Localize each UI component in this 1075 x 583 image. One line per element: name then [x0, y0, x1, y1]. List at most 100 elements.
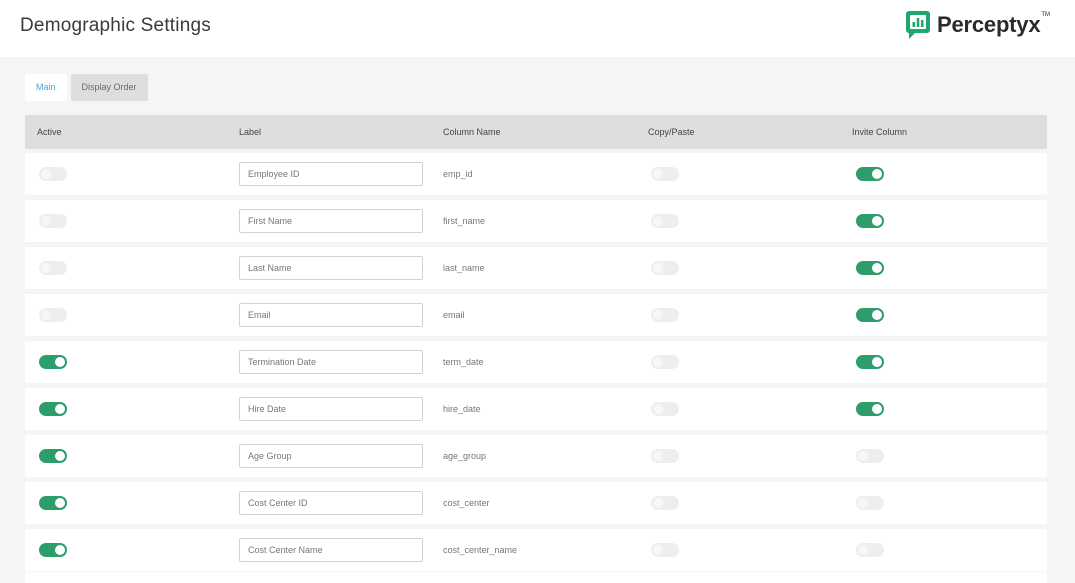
active-toggle[interactable]: [39, 449, 67, 463]
toggle-knob: [55, 451, 65, 461]
active-toggle[interactable]: [39, 308, 67, 322]
invite-column-cell: [856, 200, 884, 242]
toggle-knob: [858, 451, 868, 461]
invite-column-cell: [856, 529, 884, 571]
tab-display-order[interactable]: Display Order: [70, 74, 148, 101]
label-cell: [239, 482, 423, 524]
toggle-knob: [41, 216, 51, 226]
table-row: cost_center: [25, 482, 1047, 524]
label-input[interactable]: [239, 209, 423, 233]
toggle-knob: [653, 216, 663, 226]
copy-paste-toggle[interactable]: [651, 355, 679, 369]
toggle-knob: [653, 451, 663, 461]
toggle-knob: [858, 498, 868, 508]
active-toggle[interactable]: [39, 167, 67, 181]
toggle-knob: [872, 263, 882, 273]
label-cell: [239, 247, 423, 289]
invite-column-toggle[interactable]: [856, 496, 884, 510]
active-cell: [39, 341, 67, 383]
copy-paste-toggle[interactable]: [651, 308, 679, 322]
copy-paste-toggle[interactable]: [651, 261, 679, 275]
table-row: last_name: [25, 247, 1047, 289]
label-cell: [239, 435, 423, 477]
invite-column-cell: [856, 482, 884, 524]
toggle-knob: [653, 404, 663, 414]
copy-paste-cell: [651, 200, 679, 242]
label-input[interactable]: [239, 444, 423, 468]
copy-paste-toggle[interactable]: [651, 543, 679, 557]
label-input[interactable]: [239, 538, 423, 562]
toggle-knob: [653, 310, 663, 320]
active-toggle[interactable]: [39, 355, 67, 369]
active-toggle[interactable]: [39, 214, 67, 228]
active-cell: [39, 294, 67, 336]
toggle-knob: [858, 545, 868, 555]
toggle-knob: [55, 545, 65, 555]
active-cell: [39, 388, 67, 430]
copy-paste-toggle[interactable]: [651, 402, 679, 416]
copy-paste-cell: [651, 294, 679, 336]
invite-column-toggle[interactable]: [856, 355, 884, 369]
copy-paste-toggle[interactable]: [651, 214, 679, 228]
label-cell: [239, 153, 423, 195]
header-label: Label: [239, 127, 262, 137]
label-input[interactable]: [239, 491, 423, 515]
column-name: cost_center: [443, 498, 490, 508]
copy-paste-toggle[interactable]: [651, 449, 679, 463]
table-row: age_group: [25, 435, 1047, 477]
logo-wordmark: Perceptyx: [937, 12, 1041, 37]
copy-paste-cell: [651, 435, 679, 477]
column-name: hire_date: [443, 404, 481, 414]
label-cell: [239, 200, 423, 242]
label-cell: [239, 388, 423, 430]
active-cell: [39, 529, 67, 571]
label-input[interactable]: [239, 256, 423, 280]
invite-column-toggle[interactable]: [856, 402, 884, 416]
table-row: first_name: [25, 200, 1047, 242]
invite-column-cell: [856, 341, 884, 383]
page-title: Demographic Settings: [20, 15, 211, 36]
invite-column-toggle[interactable]: [856, 308, 884, 322]
copy-paste-cell: [651, 529, 679, 571]
table-row: emp_id: [25, 153, 1047, 195]
copy-paste-toggle[interactable]: [651, 167, 679, 181]
label-input[interactable]: [239, 350, 423, 374]
toggle-knob: [872, 216, 882, 226]
invite-column-toggle[interactable]: [856, 543, 884, 557]
chat-chart-icon: [906, 11, 930, 39]
toggle-knob: [41, 169, 51, 179]
copy-paste-toggle[interactable]: [651, 496, 679, 510]
toggle-knob: [653, 169, 663, 179]
table-row: email: [25, 294, 1047, 336]
active-toggle[interactable]: [39, 261, 67, 275]
header-copy-paste: Copy/Paste: [648, 127, 695, 137]
invite-column-toggle[interactable]: [856, 214, 884, 228]
toggle-knob: [41, 310, 51, 320]
invite-column-cell: [856, 294, 884, 336]
table-header: Active Label Column Name Copy/Paste Invi…: [25, 115, 1047, 149]
active-cell: [39, 482, 67, 524]
label-input[interactable]: [239, 397, 423, 421]
active-toggle[interactable]: [39, 402, 67, 416]
toggle-knob: [653, 263, 663, 273]
label-input[interactable]: [239, 303, 423, 327]
active-toggle[interactable]: [39, 543, 67, 557]
column-name: emp_id: [443, 169, 473, 179]
active-toggle[interactable]: [39, 496, 67, 510]
column-name: email: [443, 310, 465, 320]
header-column-name: Column Name: [443, 127, 501, 137]
invite-column-toggle[interactable]: [856, 261, 884, 275]
active-cell: [39, 435, 67, 477]
table-row: hire_date: [25, 388, 1047, 430]
label-input[interactable]: [239, 162, 423, 186]
column-name: age_group: [443, 451, 487, 461]
page-header: Demographic Settings Perceptyx TM: [0, 0, 1075, 57]
header-active: Active: [37, 127, 62, 137]
invite-column-toggle[interactable]: [856, 167, 884, 181]
copy-paste-cell: [651, 482, 679, 524]
demographics-table: Active Label Column Name Copy/Paste Invi…: [25, 115, 1047, 571]
invite-column-toggle[interactable]: [856, 449, 884, 463]
label-cell: [239, 529, 423, 571]
tab-main[interactable]: Main: [25, 74, 67, 101]
toggle-knob: [872, 357, 882, 367]
